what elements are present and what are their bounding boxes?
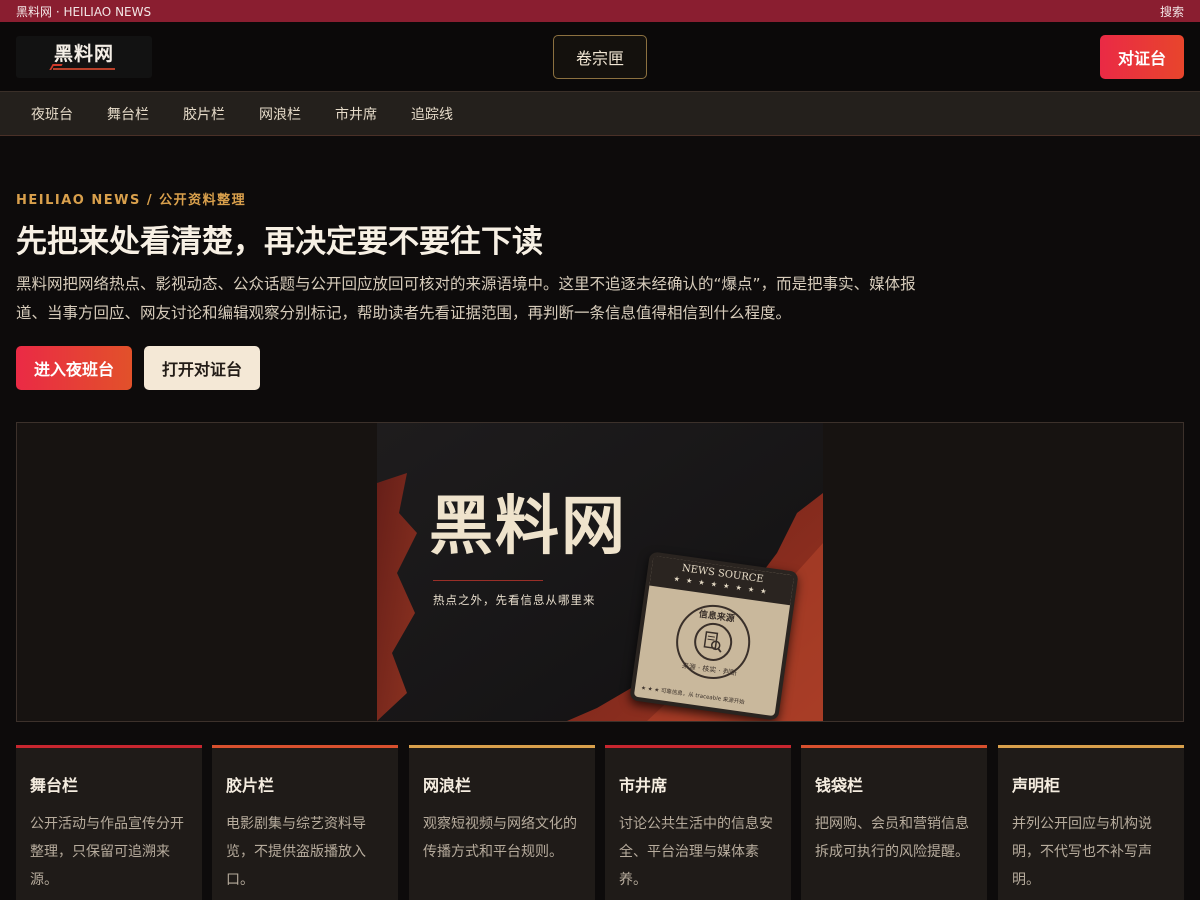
logo-underline	[53, 68, 115, 70]
banner-divider	[433, 580, 543, 581]
main-nav: 夜班台 舞台栏 胶片栏 网浪栏 市井席 追踪线	[0, 92, 1200, 136]
enter-night-desk-button[interactable]: 进入夜班台	[16, 346, 132, 390]
site-header: 黑料网 卷宗匣 对证台	[0, 22, 1200, 92]
hero-title: 先把来处看清楚，再决定要不要往下读	[16, 224, 543, 260]
site-label: 黑料网 · HEILIAO NEWS	[16, 4, 152, 19]
site-logo[interactable]: 黑料网	[16, 36, 152, 78]
card-title: 市井席	[619, 776, 668, 795]
card-description: 并列公开回应与机构说明，不代写也不补写声明。	[1012, 816, 1152, 888]
nav-item-web-wave[interactable]: 网浪栏	[259, 104, 301, 124]
top-strip: 黑料网 · HEILIAO NEWS 搜索	[0, 0, 1200, 22]
card-description: 公开活动与作品宣传分开整理，只保留可追溯来源。	[30, 816, 184, 888]
card-title: 声明柜	[1012, 776, 1061, 795]
card-title: 钱袋栏	[815, 776, 864, 795]
stamp-ring-bottom: 来源 · 核实 · 判断	[681, 661, 738, 678]
section-card[interactable]: 声明柜 并列公开回应与机构说明，不代写也不补写声明。	[998, 745, 1184, 900]
open-verify-button[interactable]: 打开对证台	[144, 346, 260, 390]
card-description: 把网购、会员和营销信息拆成可执行的风险提醒。	[815, 816, 969, 860]
banner-subtitle: 热点之外，先看信息从哪里来	[433, 593, 596, 607]
card-description: 观察短视频与网络文化的传播方式和平台规则。	[423, 816, 577, 860]
news-source-stamp: NEWS SOURCE ★ ★ ★ ★ ★ ★ ★ ★ 信息来源 来源 · 核实…	[629, 551, 799, 721]
hero-eyebrow: HEILIAO NEWS / 公开资料整理	[16, 193, 247, 208]
card-description: 讨论公共生活中的信息安全、平台治理与媒体素养。	[619, 816, 773, 888]
nav-item-night-desk[interactable]: 夜班台	[31, 104, 73, 124]
hero-description: 黑料网把网络热点、影视动态、公众话题与公开回应放回可核对的来源语境中。这里不追逐…	[16, 275, 916, 322]
nav-item-tracking[interactable]: 追踪线	[411, 104, 453, 124]
search-link[interactable]: 搜索	[1160, 3, 1184, 20]
banner-image: 黑料网 热点之外，先看信息从哪里来 NEWS SOURCE ★ ★ ★ ★ ★ …	[377, 423, 823, 721]
banner-title: 黑料网	[429, 489, 627, 564]
document-search-icon	[691, 620, 735, 664]
section-card[interactable]: 舞台栏 公开活动与作品宣传分开整理，只保留可追溯来源。	[16, 745, 202, 900]
hero-banner: 黑料网 热点之外，先看信息从哪里来 NEWS SOURCE ★ ★ ★ ★ ★ …	[16, 422, 1184, 722]
card-title: 网浪栏	[423, 776, 472, 795]
section-card[interactable]: 市井席 讨论公共生活中的信息安全、平台治理与媒体素养。	[605, 745, 791, 900]
nav-item-film[interactable]: 胶片栏	[183, 104, 225, 124]
card-title: 舞台栏	[30, 776, 79, 795]
section-card[interactable]: 网浪栏 观察短视频与网络文化的传播方式和平台规则。	[409, 745, 595, 900]
card-title: 胶片栏	[226, 776, 275, 795]
section-card[interactable]: 钱袋栏 把网购、会员和营销信息拆成可执行的风险提醒。	[801, 745, 987, 900]
verify-button[interactable]: 对证台	[1100, 35, 1184, 79]
nav-item-stage[interactable]: 舞台栏	[107, 104, 149, 124]
stamp-ring: 信息来源 来源 · 核实 · 判断	[671, 600, 755, 684]
card-description: 电影剧集与综艺资料导览，不提供盗版播放入口。	[226, 816, 366, 888]
logo-text: 黑料网	[53, 43, 114, 65]
archive-button[interactable]: 卷宗匣	[553, 35, 647, 79]
section-card[interactable]: 胶片栏 电影剧集与综艺资料导览，不提供盗版播放入口。	[212, 745, 398, 900]
nav-item-street[interactable]: 市井席	[335, 104, 377, 124]
